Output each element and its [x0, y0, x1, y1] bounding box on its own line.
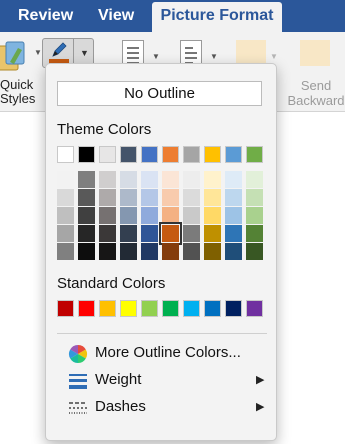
standard-colors-heading: Standard Colors [57, 275, 166, 292]
theme-shade-swatch[interactable] [141, 189, 158, 206]
theme-color-swatch[interactable] [99, 146, 116, 163]
theme-colors-heading: Theme Colors [57, 121, 152, 138]
theme-shade-swatch[interactable] [204, 207, 221, 224]
send-backward-icon [300, 40, 330, 66]
theme-shade-swatch[interactable] [183, 225, 200, 242]
quick-styles-icon[interactable] [0, 40, 30, 74]
chevron-down-icon[interactable]: ▼ [152, 52, 160, 61]
theme-shade-swatch[interactable] [162, 189, 179, 206]
theme-shade-swatch[interactable] [246, 225, 263, 242]
theme-shade-swatch[interactable] [246, 243, 263, 260]
standard-color-swatch[interactable] [57, 300, 74, 317]
theme-shade-swatch[interactable] [141, 225, 158, 242]
standard-color-swatch[interactable] [204, 300, 221, 317]
theme-shade-swatch[interactable] [246, 171, 263, 188]
theme-shade-swatch[interactable] [225, 225, 242, 242]
dashes-item[interactable]: Dashes ▶ [57, 396, 269, 420]
theme-shade-swatch[interactable] [99, 171, 116, 188]
theme-shade-swatch[interactable] [141, 243, 158, 260]
line-weight-icon [69, 374, 87, 389]
quick-styles-label[interactable]: Quick Styles [0, 78, 36, 106]
theme-shade-swatch[interactable] [57, 225, 74, 242]
weight-label: Weight [95, 371, 142, 388]
theme-color-swatch[interactable] [120, 146, 137, 163]
theme-shade-swatch[interactable] [141, 171, 158, 188]
more-outline-colors-item[interactable]: More Outline Colors... [57, 342, 269, 366]
theme-shade-swatch[interactable] [225, 207, 242, 224]
chevron-down-icon[interactable]: ▼ [210, 52, 218, 61]
theme-color-swatch[interactable] [162, 146, 179, 163]
standard-color-swatch[interactable] [183, 300, 200, 317]
theme-shade-swatch[interactable] [120, 189, 137, 206]
tab-picture-format[interactable]: Picture Format [152, 2, 282, 32]
submenu-arrow-icon: ▶ [256, 374, 265, 386]
standard-color-swatch[interactable] [162, 300, 179, 317]
selected-color-indicator [159, 222, 182, 245]
chevron-down-icon: ▼ [270, 52, 278, 61]
weight-item[interactable]: Weight ▶ [57, 369, 269, 393]
standard-color-swatch[interactable] [141, 300, 158, 317]
theme-shade-swatch[interactable] [246, 207, 263, 224]
chevron-down-icon[interactable]: ▼ [80, 48, 89, 58]
theme-shade-swatch[interactable] [162, 171, 179, 188]
theme-shade-swatch[interactable] [120, 207, 137, 224]
theme-color-swatch[interactable] [78, 146, 95, 163]
ribbon-tab-bar: Review View Picture Format [0, 0, 345, 32]
theme-shade-swatch[interactable] [57, 207, 74, 224]
theme-shade-swatch[interactable] [225, 189, 242, 206]
standard-color-swatch[interactable] [99, 300, 116, 317]
theme-shade-swatch[interactable] [78, 207, 95, 224]
theme-shade-swatch[interactable] [204, 171, 221, 188]
outline-dropdown-menu: No Outline Theme Colors Standard Colors … [45, 63, 277, 441]
theme-shade-swatch[interactable] [99, 225, 116, 242]
theme-shade-swatch[interactable] [120, 171, 137, 188]
tab-review[interactable]: Review [18, 0, 73, 32]
theme-shade-swatch[interactable] [57, 171, 74, 188]
color-wheel-icon [68, 345, 88, 363]
theme-shade-swatch[interactable] [99, 243, 116, 260]
theme-shade-swatch[interactable] [78, 189, 95, 206]
theme-shade-swatch[interactable] [225, 171, 242, 188]
theme-shade-swatch[interactable] [183, 171, 200, 188]
theme-shade-swatch[interactable] [141, 207, 158, 224]
theme-shade-swatch[interactable] [183, 207, 200, 224]
quick-styles-chevron-down-icon[interactable]: ▼ [34, 48, 42, 57]
theme-shade-swatch[interactable] [204, 225, 221, 242]
theme-shade-swatch[interactable] [204, 243, 221, 260]
theme-shade-swatch[interactable] [204, 189, 221, 206]
standard-color-swatch[interactable] [120, 300, 137, 317]
theme-color-swatch[interactable] [183, 146, 200, 163]
more-outline-colors-label: More Outline Colors... [95, 344, 241, 361]
no-outline-button[interactable]: No Outline [57, 81, 262, 106]
theme-shade-swatch[interactable] [57, 189, 74, 206]
theme-shade-swatch[interactable] [246, 189, 263, 206]
theme-color-swatch[interactable] [141, 146, 158, 163]
theme-shade-swatch[interactable] [99, 189, 116, 206]
dashes-label: Dashes [95, 398, 146, 415]
theme-shade-swatch[interactable] [120, 243, 137, 260]
theme-color-swatch[interactable] [246, 146, 263, 163]
send-backward-label: Send Backward [287, 78, 345, 108]
dashes-icon [69, 402, 87, 414]
theme-shade-swatch[interactable] [78, 171, 95, 188]
pen-icon [52, 42, 67, 57]
theme-color-swatch[interactable] [204, 146, 221, 163]
theme-shade-swatch[interactable] [162, 243, 179, 260]
menu-divider [57, 333, 267, 334]
theme-shade-swatch[interactable] [183, 243, 200, 260]
theme-shade-swatch[interactable] [99, 207, 116, 224]
theme-shade-swatch[interactable] [225, 243, 242, 260]
theme-shade-swatch[interactable] [120, 225, 137, 242]
tab-view[interactable]: View [98, 0, 134, 32]
standard-color-swatch[interactable] [225, 300, 242, 317]
standard-color-swatch[interactable] [246, 300, 263, 317]
submenu-arrow-icon: ▶ [256, 401, 265, 413]
theme-shade-swatch[interactable] [183, 189, 200, 206]
theme-shade-swatch[interactable] [78, 243, 95, 260]
theme-color-swatch[interactable] [57, 146, 74, 163]
theme-shade-swatch[interactable] [78, 225, 95, 242]
standard-color-swatch[interactable] [78, 300, 95, 317]
theme-shade-swatch[interactable] [57, 243, 74, 260]
theme-color-swatch[interactable] [225, 146, 242, 163]
